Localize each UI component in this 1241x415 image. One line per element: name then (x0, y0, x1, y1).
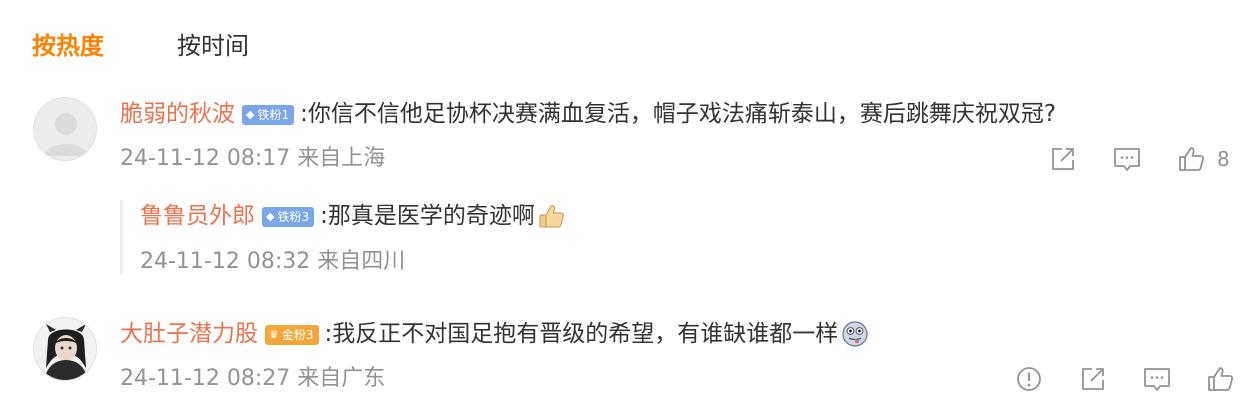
reply-meta: 24-11-12 08:32 来自四川 (140, 247, 405, 277)
comment-button[interactable] (1112, 144, 1142, 174)
fan-badge-label: 铁粉3 (277, 210, 310, 224)
tab-sort-by-time[interactable]: 按时间 (177, 26, 249, 66)
comment-meta: 24-11-12 08:17 来自上海 (120, 144, 385, 174)
reply-location: 来自四川 (317, 249, 406, 274)
user-avatar-icon (34, 318, 96, 380)
diamond-icon: ◆ (246, 108, 255, 121)
report-button[interactable] (1014, 364, 1044, 394)
crown-icon: ♛ (269, 328, 279, 341)
comment-time: 24-11-12 08:27 (120, 366, 291, 391)
comment-icon (1114, 148, 1140, 171)
avatar[interactable] (33, 97, 97, 161)
comment-location: 来自上海 (297, 146, 386, 171)
fan-badge-label: 铁粉1 (257, 108, 290, 122)
share-button[interactable] (1078, 364, 1108, 394)
reply-divider (120, 200, 123, 274)
fan-badge[interactable]: ♛ 金粉3 (265, 325, 319, 345)
comment-location: 来自广东 (297, 366, 386, 391)
like-button[interactable] (1205, 364, 1235, 394)
report-icon (1017, 367, 1041, 391)
comment-meta: 24-11-12 08:27 来自广东 (120, 364, 385, 394)
comment-text: :我反正不对国足抱有晋级的希望，有谁缺谁都一样 (324, 321, 839, 347)
fan-badge[interactable]: ◆ 铁粉1 (242, 105, 295, 125)
fan-badge[interactable]: ◆ 铁粉3 (262, 207, 315, 227)
comment-icon (1144, 368, 1170, 391)
like-button[interactable] (1176, 144, 1206, 174)
fan-badge-label: 金粉3 (281, 328, 314, 342)
comment-line: 脆弱的秋波 ◆ 铁粉1 :你信不信他足协杯决赛满血复活，帽子戏法痛斩泰山，赛后跳舞… (120, 99, 1056, 129)
like-icon (1179, 147, 1205, 171)
reply-line: 鲁鲁员外郎 ◆ 铁粉3 :那真是医学的奇迹啊 (140, 201, 567, 231)
share-icon (1082, 368, 1104, 390)
share-button[interactable] (1048, 144, 1078, 174)
comment-username[interactable]: 脆弱的秋波 (120, 99, 235, 129)
comment-time: 24-11-12 08:17 (120, 146, 291, 171)
share-icon (1052, 148, 1074, 170)
diamond-icon: ◆ (266, 210, 275, 223)
tab-sort-by-hot[interactable]: 按热度 (32, 26, 104, 66)
reply-text: :那真是医学的奇迹啊 (320, 203, 535, 229)
comment-line: 大肚子潜力股 ♛ 金粉3 :我反正不对国足抱有晋级的希望，有谁缺谁都一样 (120, 319, 870, 349)
reply-time: 24-11-12 08:32 (140, 249, 311, 274)
tongue-out-emoji-icon (840, 319, 870, 349)
default-avatar-icon (44, 113, 88, 156)
thumbs-up-emoji-icon (537, 201, 567, 231)
comment-text: :你信不信他足协杯决赛满血复活，帽子戏法痛斩泰山，赛后跳舞庆祝双冠? (300, 101, 1057, 127)
like-icon (1208, 367, 1234, 391)
comment-button[interactable] (1142, 364, 1172, 394)
avatar[interactable] (33, 317, 97, 381)
comment-username[interactable]: 大肚子潜力股 (120, 319, 258, 349)
reply-username[interactable]: 鲁鲁员外郎 (140, 201, 255, 231)
like-count: 8 (1217, 147, 1230, 171)
